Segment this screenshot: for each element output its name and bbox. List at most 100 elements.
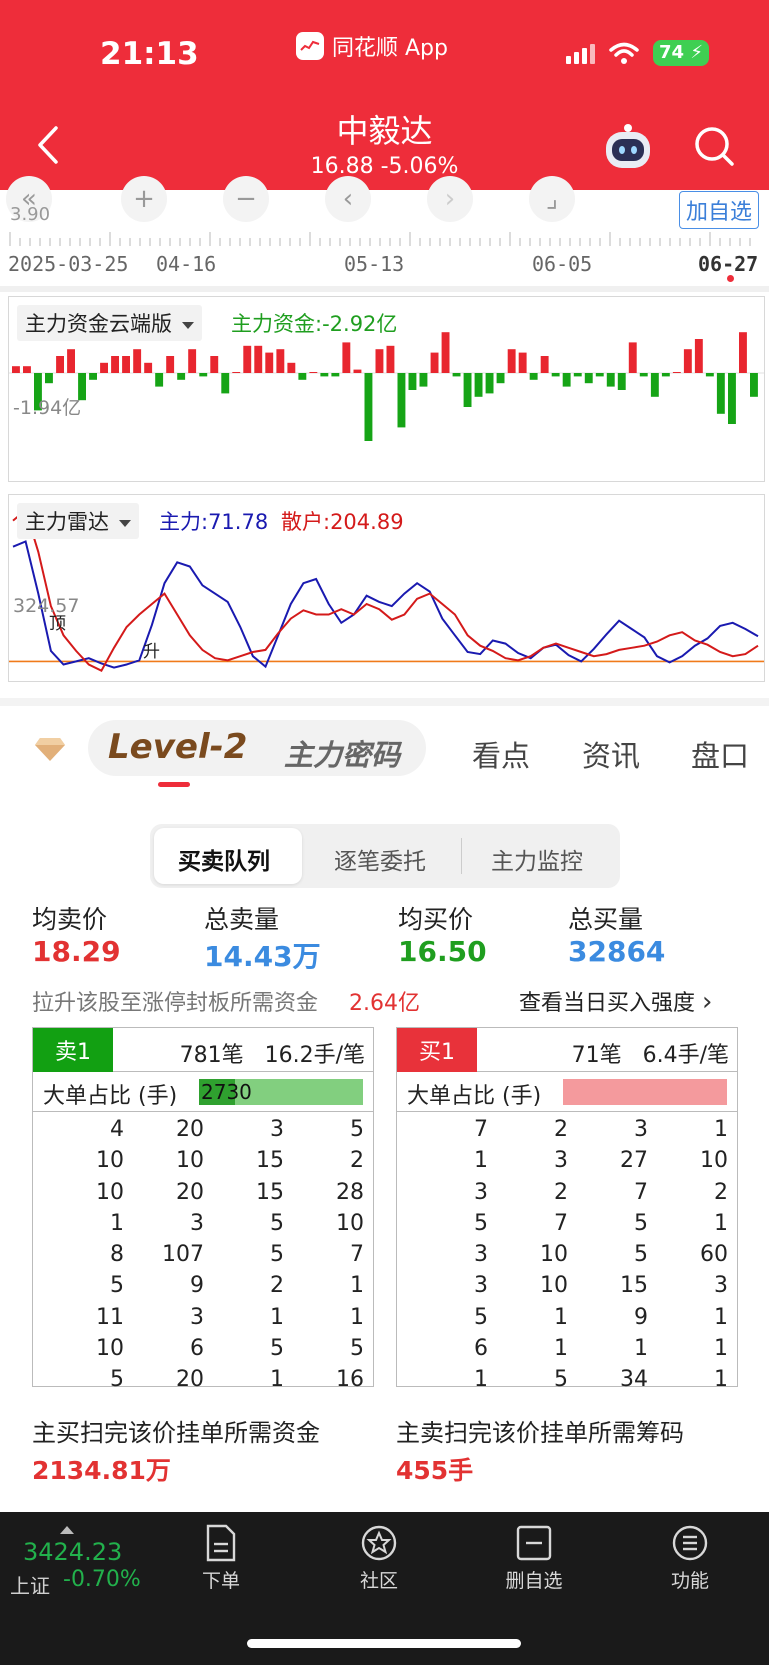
zoom-in-button[interactable]: + [121,176,167,222]
fund-bar [716,373,725,414]
fund-bar [507,349,516,373]
zoom-out-button[interactable]: − [223,176,269,222]
buy-queue-cell: 6 [474,1336,488,1362]
fund-bar [694,339,703,373]
fund-bar [485,373,494,394]
buy-queue-cell: 5 [474,1304,488,1330]
fund-bar [595,373,604,377]
sell-big-order-row: 大单占比 (手) 2730 [33,1072,373,1112]
fund-bar [12,366,20,373]
subtab-main-monitor[interactable]: 主力监控 [491,842,583,876]
buy-queue-cell: 5 [554,1367,568,1393]
sell-queue-cell: 10 [336,1210,364,1236]
tab-news[interactable]: 资讯 [582,733,640,775]
buy-queue-table[interactable]: 买1 71笔 6.4手/笔 大单占比 (手) 7 2 3 1 1 3 27 10 3 2 7 2 5 7 5… [396,1027,738,1392]
sell-queue-cell: 15 [256,1179,284,1205]
fund-bar [221,373,230,394]
wifi-icon [609,42,639,64]
nav-functions[interactable]: 功能 [645,1524,735,1593]
fund-indicator-selector[interactable]: 主力资金云端版 [17,305,202,341]
sell-queue-row: 5 9 2 1 [33,1270,373,1301]
sell-queue-cell: 28 [336,1179,364,1205]
step-forward-button[interactable]: › [427,176,473,222]
sell-order-count: 781笔 [179,1043,244,1068]
fund-bar [397,373,406,428]
sell-queue-cell: 10 [96,1179,124,1205]
fullscreen-button[interactable]: ⌟ [529,176,575,222]
buy-queue-cell: 1 [634,1336,648,1362]
subtab-separator [461,838,462,874]
fund-bar [661,373,670,377]
buy-queue-row: 1 5 34 1 [397,1364,737,1395]
nav-order[interactable]: 下单 [176,1524,266,1593]
fund-bar [265,352,274,373]
fund-bar [331,373,340,377]
radar-panel[interactable]: 主力雷达 主力:71.78 散户:204.89 324.57 顶 升 [8,494,765,682]
tab-order-book[interactable]: 盘口 [691,733,749,775]
buy-queue-rows: 7 2 3 1 1 3 27 10 3 2 7 2 5 7 5 1 3 10 5 60 3 10 15 3 5 1 9 1 6 1 1 1 1 5… [397,1114,737,1396]
sell-queue-header: 卖1 781笔 16.2手/笔 [33,1028,373,1072]
buy-queue-cell: 3 [634,1117,648,1142]
buy-queue-row: 5 1 9 1 [397,1302,737,1333]
battery-indicator: 74 ⚡ [653,40,709,66]
fund-bar [606,373,615,387]
nav-order-label: 下单 [201,1570,240,1592]
buy-queue-cell: 1 [714,1367,728,1393]
index-name: 上证 [10,1574,50,1598]
tab-highlights[interactable]: 看点 [472,733,530,775]
radar-indicator-selector[interactable]: 主力雷达 [17,503,139,539]
fund-bar [639,373,648,377]
buy-queue-cell: 1 [714,1210,728,1236]
subtab-tick-orders[interactable]: 逐笔委托 [334,842,426,876]
total-buy-value: 32864 [568,935,666,968]
add-watchlist-button[interactable]: 加自选 [678,191,759,229]
chevron-right-icon: › [702,987,713,1017]
fund-bar [529,373,538,380]
buy-queue-cell: 5 [634,1242,648,1268]
buy-queue-cell: 1 [714,1117,728,1142]
diamond-icon [35,738,65,761]
sell-queue-cell: 1 [350,1273,364,1299]
sell-queue-cell: 5 [110,1367,124,1393]
buy-queue-cell: 10 [540,1242,568,1268]
buy-queue-cell: 10 [700,1148,728,1174]
sell-queue-cell: 5 [110,1273,124,1299]
sell-queue-cell: 1 [350,1304,364,1330]
fund-bar [628,342,637,373]
buy-queue-cell: 7 [634,1179,648,1205]
buy-queue-cell: 7 [474,1117,488,1142]
sweep-sell-label: 主卖扫完该价挂单所需筹码 [396,1419,684,1447]
search-icon[interactable] [692,124,736,168]
nav-community[interactable]: 社区 [334,1524,424,1593]
buy-queue-cell: 3 [474,1273,488,1299]
sell-queue-summary: 781笔 16.2手/笔 [180,1037,365,1069]
divider [0,286,769,292]
fund-bar [739,332,747,373]
buy-queue-cell: 1 [474,1148,488,1174]
tab-level2[interactable]: Level-2 [108,727,247,767]
home-indicator [247,1639,521,1648]
fund-bar [441,332,450,373]
sell-queue-cell: 1 [270,1304,284,1330]
fund-flow-panel[interactable]: 主力资金云端版 主力资金:-2.92亿 -1.94亿 [8,296,765,482]
sell-queue-table[interactable]: 卖1 781笔 16.2手/笔 大单占比 (手) 2730 4 20 3 5 10 10 1… [32,1027,374,1392]
sell-queue-row: 11 3 1 1 [33,1302,373,1333]
buy-strength-link[interactable]: 查看当日买入强度 › [519,985,712,1017]
tab-main-code[interactable]: 主力密码 [284,732,400,774]
robot-assistant-icon[interactable] [600,122,656,172]
nav-remove-watchlist[interactable]: 删自选 [489,1524,579,1593]
sell-queue-cell: 8 [110,1242,124,1268]
sell-queue-cell: 10 [176,1148,204,1174]
subtab-queue[interactable]: 买卖队列 [178,842,270,876]
buy-queue-row: 7 2 3 1 [397,1114,737,1145]
app-source-badge[interactable]: 同花顺 App [296,30,448,62]
dropdown-icon [182,321,194,329]
top-header: 21:13 同花顺 App 74 ⚡ 中毅达 16.88 -5.06% [0,0,769,190]
buy1-tag: 买1 [397,1028,477,1072]
fund-bar [122,356,130,373]
expand-up-icon [60,1526,74,1534]
step-back-button[interactable]: ‹ [325,176,371,222]
sell-avg-lot: 16.2手/笔 [264,1043,365,1068]
limit-up-capital-value: 2.64亿 [349,991,420,1016]
fund-bar [496,373,505,384]
